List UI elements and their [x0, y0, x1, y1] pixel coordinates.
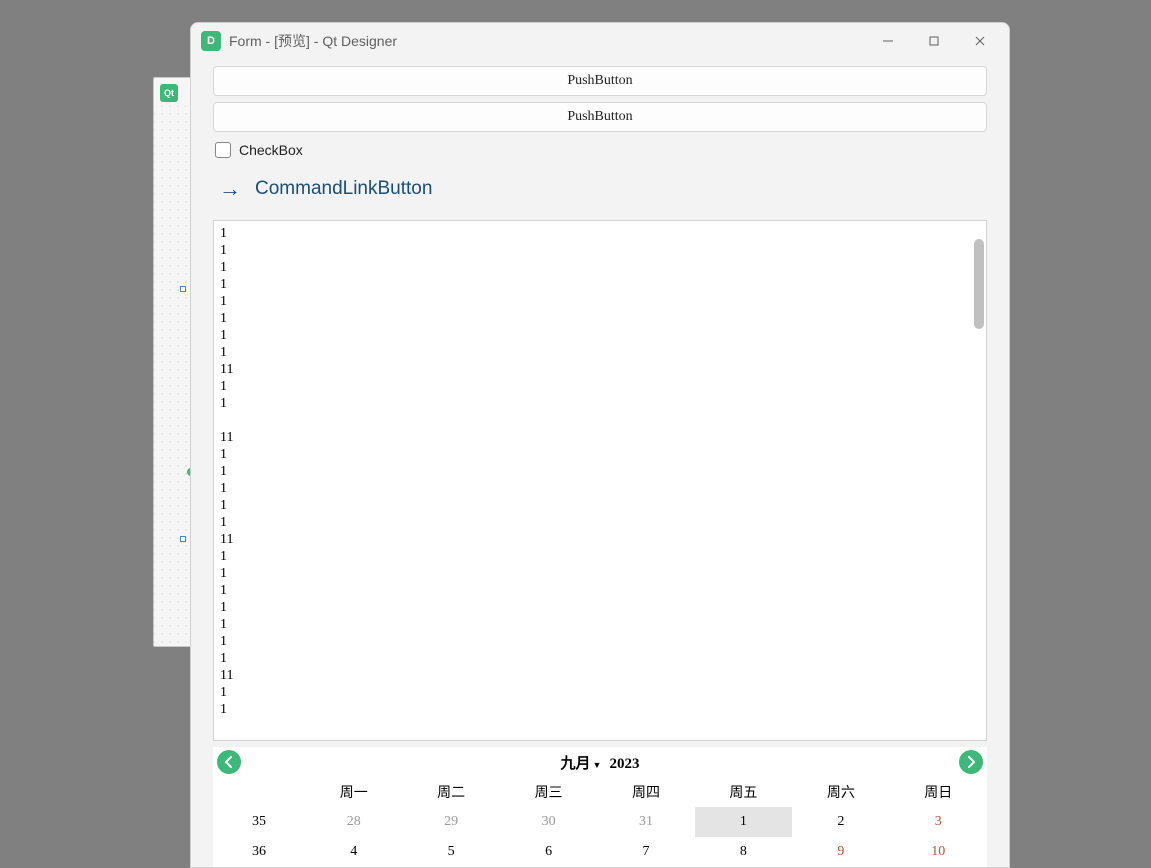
- calendar-day-header: 周二: [402, 777, 499, 807]
- calendar-day-cell[interactable]: 9: [792, 837, 889, 867]
- calendar-day-cell[interactable]: 29: [402, 807, 499, 837]
- calendar-day-header: 周三: [500, 777, 597, 807]
- calendar-day-cell[interactable]: 4: [305, 837, 402, 867]
- calendar-title[interactable]: 九月 ▼ 2023: [561, 752, 640, 773]
- checkbox[interactable]: CheckBox: [213, 138, 987, 162]
- text-edit-content[interactable]: 1 1 1 1 1 1 1 1 11 1 1 11 1 1 1 1 1 11 1…: [214, 221, 972, 740]
- calendar-header: 九月 ▼ 2023: [213, 747, 987, 777]
- command-link-button[interactable]: → CommandLinkButton: [213, 168, 987, 214]
- calendar-day-cell[interactable]: 6: [500, 837, 597, 867]
- calendar-week-number: 36: [213, 837, 305, 867]
- minimize-button[interactable]: [865, 26, 911, 56]
- chevron-down-icon: ▼: [593, 760, 602, 770]
- close-button[interactable]: [957, 26, 1003, 56]
- calendar-day-cell[interactable]: 28: [305, 807, 402, 837]
- calendar-corner: [213, 777, 305, 807]
- calendar-day-header: 周五: [695, 777, 792, 807]
- qt-icon: Qt: [160, 84, 178, 102]
- titlebar[interactable]: D Form - [预览] - Qt Designer: [191, 23, 1009, 58]
- calendar-widget: 九月 ▼ 2023 周一周二周三周四周五周六周日 3528293031123 364…: [213, 747, 987, 867]
- calendar-day-header: 周六: [792, 777, 889, 807]
- scrollbar[interactable]: [972, 221, 986, 740]
- calendar-day-cell[interactable]: 30: [500, 807, 597, 837]
- arrow-right-icon: →: [219, 178, 241, 200]
- calendar-month-label: 九月: [561, 752, 591, 773]
- preview-window: D Form - [预览] - Qt Designer PushButton P…: [190, 22, 1010, 868]
- scrollbar-thumb[interactable]: [974, 239, 984, 329]
- checkbox-label: CheckBox: [239, 142, 303, 158]
- app-icon: D: [201, 31, 221, 51]
- calendar-year-label: 2023: [609, 756, 639, 773]
- push-button-1[interactable]: PushButton: [213, 66, 987, 96]
- calendar-day-cell[interactable]: 8: [695, 837, 792, 867]
- push-button-2[interactable]: PushButton: [213, 102, 987, 132]
- calendar-next-button[interactable]: [959, 750, 983, 774]
- calendar-day-cell[interactable]: 1: [695, 807, 792, 837]
- text-edit[interactable]: 1 1 1 1 1 1 1 1 11 1 1 11 1 1 1 1 1 11 1…: [213, 220, 987, 741]
- command-link-label: CommandLinkButton: [255, 178, 432, 200]
- calendar-day-cell[interactable]: 3: [890, 807, 987, 837]
- calendar-day-cell[interactable]: 10: [890, 837, 987, 867]
- calendar-grid: 周一周二周三周四周五周六周日 3528293031123 3645678910: [213, 777, 987, 867]
- calendar-week-number: 35: [213, 807, 305, 837]
- calendar-prev-button[interactable]: [217, 750, 241, 774]
- maximize-button[interactable]: [911, 26, 957, 56]
- calendar-day-header: 周四: [597, 777, 694, 807]
- calendar-day-cell[interactable]: 5: [402, 837, 499, 867]
- calendar-day-header: 周日: [890, 777, 987, 807]
- calendar-day-cell[interactable]: 31: [597, 807, 694, 837]
- window-title: Form - [预览] - Qt Designer: [229, 31, 865, 51]
- resize-handle: [180, 536, 186, 542]
- resize-handle: [180, 286, 186, 292]
- calendar-day-cell[interactable]: 7: [597, 837, 694, 867]
- checkbox-box-icon: [215, 142, 231, 158]
- calendar-day-header: 周一: [305, 777, 402, 807]
- form-content: PushButton PushButton CheckBox → Command…: [191, 58, 1009, 867]
- calendar-day-cell[interactable]: 2: [792, 807, 889, 837]
